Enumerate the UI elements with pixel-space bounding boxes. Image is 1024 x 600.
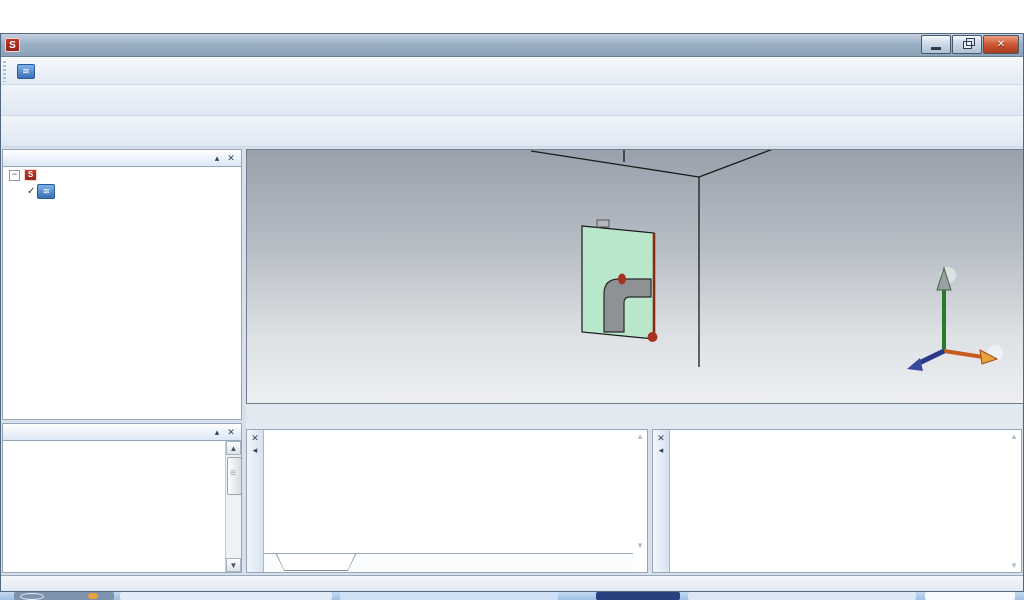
scroll-up-icon[interactable]: ▲: [1010, 432, 1018, 441]
parameter-table-wrap: ▲ ▼: [264, 430, 647, 572]
autohide-panel-icon[interactable]: ◂: [655, 444, 668, 456]
axes-widget: [907, 267, 1003, 371]
restore-button[interactable]: [952, 35, 982, 54]
taskbar-item: [688, 592, 916, 600]
tree-item-workspace-root[interactable]: − S: [3, 167, 241, 183]
tree-item-project-file[interactable]: ✓ ≋: [3, 183, 241, 199]
minimize-button[interactable]: [921, 35, 951, 54]
close-panel-icon[interactable]: ✕: [225, 153, 237, 164]
taskbar-orb: [20, 593, 44, 600]
scroll-up-icon[interactable]: ▲: [636, 432, 644, 441]
app-logo-icon: S: [5, 38, 20, 52]
close-panel-icon[interactable]: ✕: [655, 432, 668, 444]
scroll-down-icon[interactable]: ▼: [226, 558, 241, 572]
scroll-down-icon[interactable]: ▼: [1010, 561, 1018, 570]
autohide-panel-icon[interactable]: ◂: [249, 444, 262, 456]
scroll-down-icon[interactable]: ▼: [636, 541, 644, 550]
navtree-scrollbar[interactable]: ▲ ▼: [225, 441, 241, 572]
viewport-3d[interactable]: [246, 149, 1024, 404]
minimize-icon: [931, 47, 941, 50]
message-window-panel: ✕ ◂ ▲ ▼: [652, 429, 1022, 573]
model-file-icon: ≋: [37, 184, 55, 199]
cst-project-icon: S: [24, 169, 37, 181]
port-marker: [597, 220, 609, 227]
window-controls: ✕: [920, 35, 1019, 54]
sheet-tab-row: [264, 553, 633, 572]
menubar-grip: [3, 61, 6, 82]
workspace-panel-body: − S ✓ ≋: [2, 167, 242, 420]
document-tabbar: [246, 404, 1022, 429]
close-button[interactable]: ✕: [983, 35, 1019, 54]
taskbar-sliver: [0, 592, 1024, 600]
message-window-strip: ✕ ◂: [653, 430, 670, 572]
check-icon: ✓: [27, 186, 35, 197]
message-window-content: ▲ ▼: [670, 430, 1021, 572]
viewport-canvas[interactable]: [247, 150, 1023, 403]
menubar: ≋: [0, 58, 1024, 85]
close-panel-icon[interactable]: ✕: [249, 432, 262, 444]
taskbar-item: [925, 592, 1015, 600]
close-panel-icon[interactable]: ✕: [225, 427, 237, 438]
navtree-panel-header: ▴ ✕: [2, 423, 242, 441]
taskbar-item: [88, 593, 98, 599]
taskbar-item: [120, 592, 332, 600]
taskbar-item: [340, 592, 558, 600]
navtree-panel-body: ▲ ▼: [2, 441, 242, 573]
toolbar-standard: [0, 85, 1024, 116]
scroll-up-icon[interactable]: ▲: [226, 441, 241, 455]
restore-icon: [963, 41, 972, 49]
document-menu-icon: ≋: [17, 64, 35, 79]
application-window: S ✕ ≋ ▴ ✕ − S ✓ ≋ ▴: [0, 0, 1024, 600]
workspace-panel-header: ▴ ✕: [2, 149, 242, 167]
pin-panel-icon[interactable]: ▴: [211, 427, 223, 438]
parameter-list-panel: ✕ ◂ ▲ ▼: [246, 429, 648, 573]
tree-expander-icon[interactable]: −: [9, 170, 20, 181]
pin-panel-icon[interactable]: ▴: [211, 153, 223, 164]
taskbar-item: [596, 592, 680, 600]
statusbar: [0, 575, 1024, 592]
parameter-list-strip: ✕ ◂: [247, 430, 264, 572]
pick-point-1: [618, 274, 626, 285]
pick-point-2: [648, 332, 658, 342]
titlebar: S ✕: [0, 33, 1024, 57]
scrollbar-thumb[interactable]: [227, 457, 242, 495]
sheet-tab-global[interactable]: [277, 554, 355, 570]
toolbar-modeling: [0, 116, 1024, 147]
